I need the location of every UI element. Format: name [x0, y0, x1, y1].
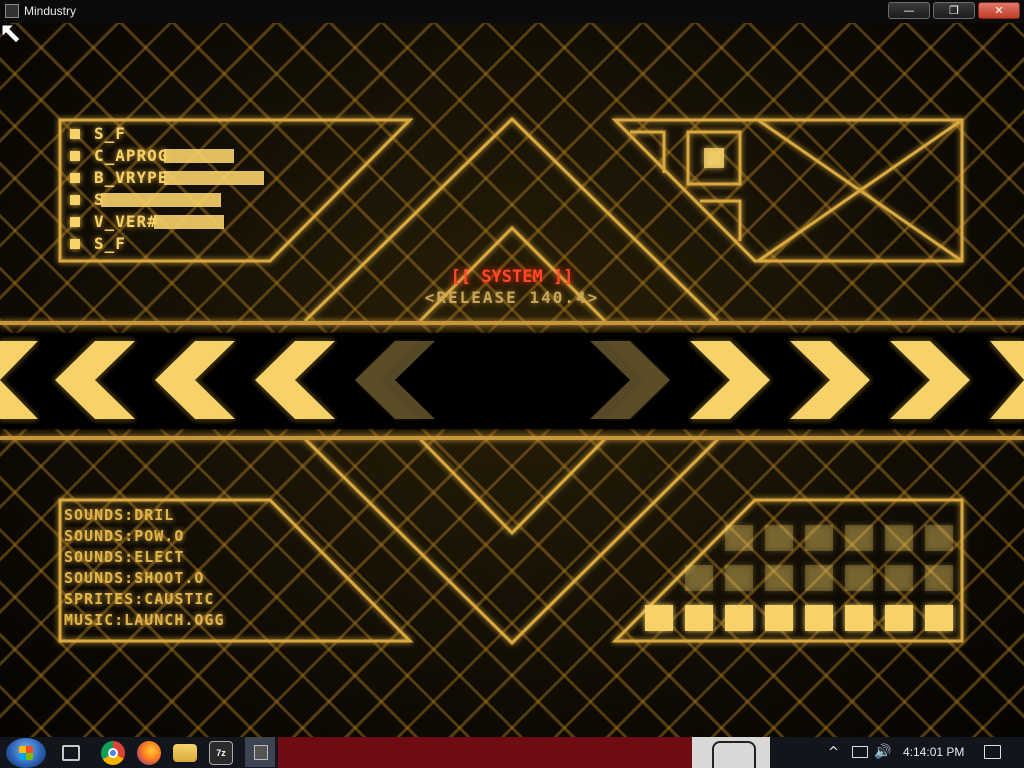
status-label: C_APROG [94, 146, 169, 165]
title-bar: Mindustry — ❐ ✕ [0, 0, 1024, 23]
status-label: S_F [94, 124, 126, 143]
taskbar-clock[interactable]: 4:14:01 PM [903, 737, 964, 768]
file-explorer-icon[interactable] [173, 744, 197, 762]
tray-overflow-chevron-icon[interactable]: ^ [828, 737, 839, 768]
mindustry-taskbar-icon[interactable] [245, 737, 275, 767]
network-icon[interactable] [850, 737, 868, 768]
status-label: B_VRYPE [94, 168, 169, 187]
game-loading-screen: S_F C_APROG B_VRYPE S V_VER# S_F [[ SYST… [0, 23, 1024, 737]
status-row: C_APROG [70, 145, 370, 167]
status-row: B_VRYPE [70, 167, 370, 189]
taskbar-thumbnail[interactable] [692, 737, 770, 768]
status-dot [70, 173, 80, 183]
status-bar [164, 171, 265, 185]
asset-row: SPRITES:CAUSTIC [64, 590, 215, 608]
status-row: S_F [70, 123, 370, 145]
status-bar [164, 149, 235, 163]
asset-row: SOUNDS:POW.O [64, 527, 185, 545]
task-view-icon[interactable] [62, 745, 80, 761]
app-icon [5, 4, 19, 18]
notification-center-icon[interactable] [983, 737, 1001, 768]
asset-row: SOUNDS:SHOOT.O [64, 569, 205, 587]
close-icon: ✕ [994, 4, 1004, 17]
asset-row: SOUNDS:DRIL [64, 506, 175, 524]
progress-grid [645, 525, 953, 631]
chrome-icon[interactable] [101, 741, 125, 765]
taskbar: 7z ^ 🔊 4:14:01 PM [0, 737, 1024, 768]
system-label: [[ SYSTEM ]] [450, 267, 574, 287]
taskbar-running-app[interactable] [278, 737, 692, 768]
status-label: V_VER# [94, 212, 158, 231]
status-dot [70, 217, 80, 227]
volume-icon[interactable]: 🔊 [874, 737, 891, 768]
close-button[interactable]: ✕ [978, 2, 1020, 19]
status-row: V_VER# [70, 211, 370, 233]
status-label: S_F [94, 234, 126, 253]
7zip-icon[interactable]: 7z [209, 741, 233, 765]
windows-start-icon [19, 746, 33, 760]
start-button[interactable] [6, 738, 46, 768]
status-bar [100, 193, 221, 207]
bottom-triangle-inner [418, 437, 607, 536]
maximize-icon: ❐ [949, 4, 959, 17]
mouse-cursor-icon [1, 24, 21, 44]
status-row: S_F [70, 233, 370, 255]
status-dot [70, 151, 80, 161]
asset-loading-list: SOUNDS:DRIL SOUNDS:POW.O SOUNDS:ELECT SO… [64, 505, 394, 631]
top-left-status-list: S_F C_APROG B_VRYPE S V_VER# S_F [70, 123, 370, 255]
status-dot [70, 239, 80, 249]
status-dot [70, 195, 80, 205]
status-row: S [70, 189, 370, 211]
status-dot [70, 129, 80, 139]
maximize-button[interactable]: ❐ [933, 2, 975, 19]
release-label: <RELEASE 140.4> [424, 288, 600, 307]
firefox-icon[interactable] [137, 741, 161, 765]
status-bar [153, 215, 224, 229]
asset-row: SOUNDS:ELECT [64, 548, 185, 566]
minimize-button[interactable]: — [888, 2, 930, 19]
minimize-icon: — [903, 4, 915, 17]
window-title: Mindustry [24, 4, 77, 18]
asset-row: MUSIC:LAUNCH.OGG [64, 611, 225, 629]
